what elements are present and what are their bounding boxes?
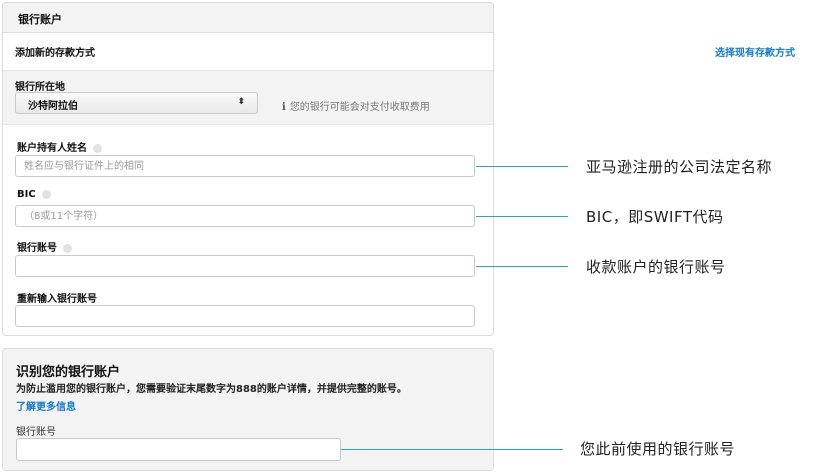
help-icon[interactable] (41, 189, 51, 199)
identify-title: 识别您的银行账户 (16, 365, 121, 380)
info-icon: i (282, 102, 286, 113)
add-new-method-label: 添加新的存款方式 (15, 48, 95, 59)
bic-input[interactable] (15, 205, 475, 227)
bic-label-text: BIC (17, 189, 36, 200)
fee-info-text: 您的银行可能会对支付收取费用 (289, 102, 430, 113)
identify-description: 为防止滥用您的银行账户，您需要验证末尾数字为888的账户详情，并提供完整的账号。 (16, 384, 407, 395)
account-holder-input[interactable] (15, 155, 475, 177)
country-select[interactable]: 沙特阿拉伯 ⬍ (15, 92, 258, 114)
account-number-input[interactable] (15, 255, 475, 277)
reenter-account-number-label: 重新输入银行账号 (17, 294, 97, 305)
previous-account-input[interactable] (16, 438, 341, 461)
help-icon[interactable] (93, 143, 102, 153)
fee-info: i 您的银行可能会对支付收取费用 (282, 98, 430, 113)
previous-account-label: 银行账号 (16, 427, 56, 438)
account-holder-label: 账户持有人姓名 (17, 139, 102, 154)
account-number-label: 银行账号 (17, 239, 72, 254)
callout-account-holder: 亚马逊注册的公司法定名称 (586, 158, 773, 176)
callout-bic: BIC，即SWIFT代码 (586, 208, 724, 226)
country-select-value: 沙特阿拉伯 (28, 101, 78, 112)
callout-line-account-holder (476, 166, 568, 167)
callout-line-previous-account (341, 449, 563, 450)
country-label: 银行所在地 (15, 82, 65, 93)
account-number-label-text: 银行账号 (17, 243, 57, 254)
callout-account-number: 收款账户的银行账号 (586, 258, 726, 276)
panel-title: 银行账户 (18, 13, 62, 26)
callout-line-account-number (476, 266, 568, 267)
reenter-account-number-input[interactable] (15, 305, 475, 327)
bic-label: BIC (17, 189, 51, 200)
select-arrows-icon: ⬍ (237, 97, 245, 107)
account-holder-label-text: 账户持有人姓名 (17, 143, 87, 154)
callout-line-bic (476, 216, 568, 217)
help-icon[interactable] (63, 243, 72, 253)
learn-more-link[interactable]: 了解更多信息 (16, 398, 76, 413)
callout-previous-account: 您此前使用的银行账号 (580, 440, 736, 458)
choose-existing-method-link[interactable]: 选择现有存款方式 (715, 44, 795, 59)
panel-header: 银行账户 (3, 3, 493, 33)
